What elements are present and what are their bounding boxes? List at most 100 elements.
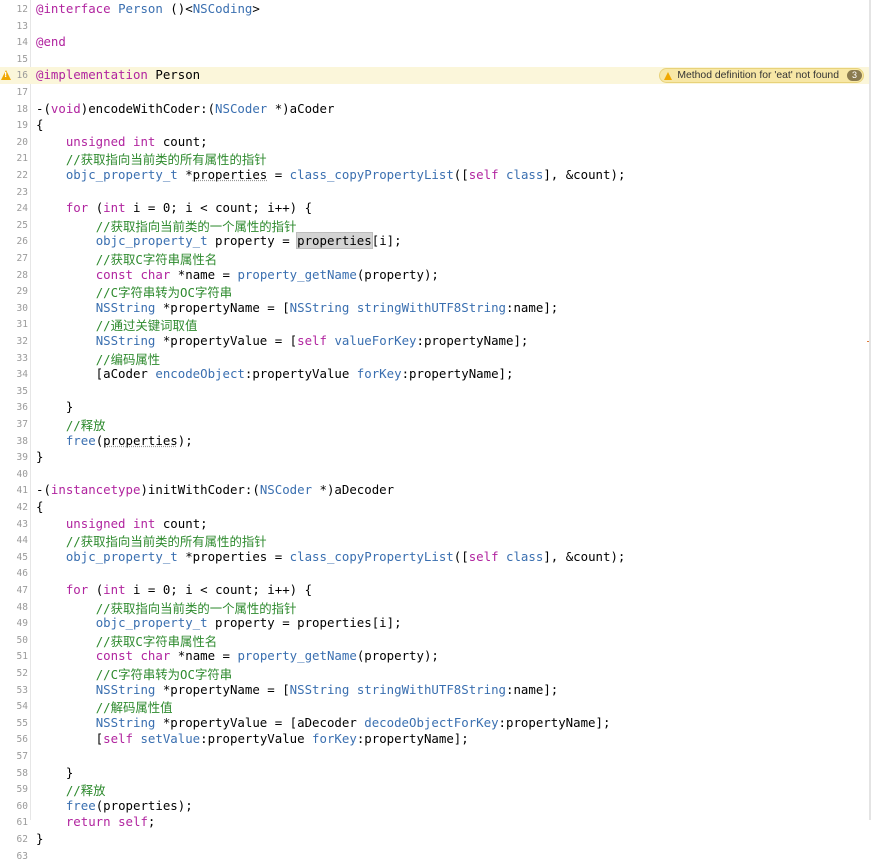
- code-token: //获取指向当前类的一个属性的指针: [95, 600, 297, 616]
- code-token: @interface: [36, 1, 111, 16]
- code-editor[interactable]: 12 @interface Person ()<NSCoding> 13 14 @end…: [0, 0, 871, 862]
- code-token: stringWithUTF8String: [356, 299, 507, 315]
- code-line[interactable]: 43 unsigned int count;: [0, 516, 869, 533]
- code-line[interactable]: 61 return self;: [0, 814, 869, 831]
- code-line[interactable]: 47 for (int i = 0; i < count; i++) {: [0, 582, 869, 599]
- code-line[interactable]: 50 //获取C字符串属性名: [0, 632, 869, 649]
- code-line[interactable]: 54 //解码属性值: [0, 698, 869, 715]
- code-token: (properties);: [95, 797, 193, 813]
- line-number: 33: [16, 352, 28, 364]
- code-token: //编码属性: [95, 351, 161, 367]
- warning-triangle-icon: [664, 71, 673, 80]
- code-line[interactable]: 57: [0, 748, 869, 765]
- code-line[interactable]: 19 {: [0, 117, 869, 134]
- code-line[interactable]: 30 NSString *propertyName = [NSString st…: [0, 300, 869, 317]
- code-line[interactable]: 21 //获取指向当前类的所有属性的指针: [0, 150, 869, 167]
- code-line[interactable]: 63: [0, 848, 869, 864]
- warning-icon[interactable]: [1, 70, 11, 81]
- code-text: for (int i = 0; i < count; i++) {: [36, 582, 312, 597]
- issue-badge[interactable]: Method definition for 'eat' not found 3: [659, 68, 864, 84]
- code-line[interactable]: 45 objc_property_t *properties = class_c…: [0, 549, 869, 566]
- code-line[interactable]: 56 [self setValue:propertyValue forKey:p…: [0, 731, 869, 748]
- code-line[interactable]: 24 for (int i = 0; i < count; i++) {: [0, 200, 869, 217]
- code-line[interactable]: 51 const char *name = property_getName(p…: [0, 648, 869, 665]
- code-line[interactable]: 58 }: [0, 765, 869, 782]
- code-line[interactable]: 28 const char *name = property_getName(p…: [0, 267, 869, 284]
- line-number: 28: [16, 269, 28, 281]
- code-line[interactable]: 15: [0, 51, 869, 68]
- code-line[interactable]: 44 //获取指向当前类的所有属性的指针: [0, 532, 869, 549]
- code-line[interactable]: 38 free(properties);: [0, 433, 869, 450]
- line-number: 22: [16, 170, 28, 181]
- line-number: 19: [16, 120, 28, 132]
- code-line[interactable]: 39}: [0, 449, 869, 466]
- code-token: stringWithUTF8String: [356, 681, 507, 697]
- code-text: -(instancetype)initWithCoder:(NSCoder *)…: [36, 482, 394, 497]
- code-line-warning[interactable]: 16@implementation PersonMethod definitio…: [0, 67, 869, 84]
- code-line[interactable]: 27 //获取C字符串属性名: [0, 250, 869, 267]
- code-line[interactable]: 32 NSString *propertyValue = [self value…: [0, 333, 869, 350]
- code-line[interactable]: 55 NSString *propertyValue = [aDecoder d…: [0, 715, 869, 732]
- code-token: instancetype: [50, 482, 141, 498]
- code-token: ([: [453, 167, 469, 182]
- code-line[interactable]: 25 //获取指向当前类的一个属性的指针: [0, 217, 869, 234]
- code-line[interactable]: 14 @end: [0, 34, 869, 51]
- code-line[interactable]: 13: [0, 18, 869, 35]
- code-line[interactable]: 52 //C字符串转为OC字符串: [0, 665, 869, 682]
- code-token: for: [65, 582, 89, 597]
- code-line[interactable]: 60 free(properties);: [0, 798, 869, 815]
- code-token: class: [506, 548, 544, 564]
- code-token: )encodeWithCoder:(: [80, 100, 216, 116]
- code-token: Person: [118, 1, 163, 16]
- code-line[interactable]: 49 objc_property_t property = properties…: [0, 615, 869, 632]
- code-line[interactable]: 26 objc_property_t property = properties…: [0, 232, 869, 250]
- code-token: self: [118, 814, 148, 830]
- code-line[interactable]: 53 NSString *propertyName = [NSString st…: [0, 682, 869, 699]
- code-line[interactable]: 23: [0, 184, 869, 201]
- code-text: objc_property_t property = properties[i]…: [36, 232, 402, 250]
- line-number: 29: [16, 286, 28, 298]
- code-line[interactable]: 37 //释放: [0, 416, 869, 433]
- code-text: free(properties);: [36, 433, 193, 448]
- code-line[interactable]: 42 {: [0, 499, 869, 516]
- line-number: 23: [16, 186, 28, 198]
- code-line[interactable]: 35: [0, 383, 869, 400]
- code-line[interactable]: 33 //编码属性: [0, 350, 869, 367]
- code-token: //释放: [65, 783, 106, 799]
- code-line[interactable]: 59 //释放: [0, 781, 869, 798]
- code-line[interactable]: 34 [aCoder encodeObject:propertyValue fo…: [0, 366, 869, 383]
- code-line[interactable]: 12 @interface Person ()<NSCoding>: [0, 1, 869, 18]
- code-token: property_getName: [237, 648, 357, 664]
- code-line[interactable]: 36 }: [0, 399, 869, 416]
- code-line[interactable]: 20 unsigned int count;: [0, 134, 869, 151]
- line-number: 54: [16, 701, 28, 713]
- code-text: @implementation Person: [36, 67, 200, 82]
- code-token: free: [65, 432, 96, 448]
- code-line[interactable]: 29 //C字符串转为OC字符串: [0, 283, 869, 300]
- code-line[interactable]: 46: [0, 565, 869, 582]
- line-number: 17: [16, 87, 28, 98]
- code-token: }: [36, 831, 44, 846]
- code-line[interactable]: 41 -(instancetype)initWithCoder:(NSCoder …: [0, 482, 869, 499]
- code-line[interactable]: 22 objc_property_t *properties = class_c…: [0, 167, 869, 184]
- line-number: 37: [16, 419, 28, 430]
- code-text: const char *name = property_getName(prop…: [36, 648, 439, 663]
- code-line[interactable]: 40: [0, 466, 869, 483]
- code-text: [self setValue:propertyValue forKey:prop…: [36, 731, 469, 746]
- code-line[interactable]: 48 //获取指向当前类的一个属性的指针: [0, 599, 869, 616]
- code-line[interactable]: 62}: [0, 831, 869, 848]
- line-number: 60: [16, 800, 28, 812]
- code-line[interactable]: 17: [0, 84, 869, 101]
- code-line[interactable]: 18 -(void)encodeWithCoder:(NSCoder *)aCod…: [0, 101, 869, 118]
- code-line[interactable]: 31 //通过关键词取值: [0, 316, 869, 333]
